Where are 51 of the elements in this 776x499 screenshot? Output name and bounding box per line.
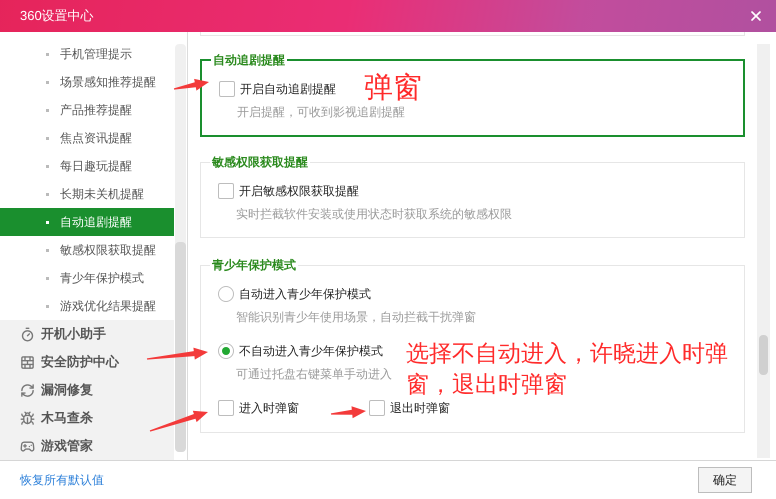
option-label: 开启自动追剧提醒 — [240, 82, 336, 96]
checkbox[interactable] — [218, 400, 234, 416]
gamepad-icon — [20, 438, 35, 454]
refresh-icon — [20, 382, 35, 398]
sidebar-item[interactable]: 产品推荐提醒 — [0, 96, 174, 124]
checkbox[interactable] — [369, 400, 385, 416]
checkbox[interactable] — [219, 81, 235, 97]
sidebar-item[interactable]: 长期未关机提醒 — [0, 180, 174, 208]
option-label: 自动进入青少年保护模式 — [239, 287, 371, 301]
sidebar-item[interactable]: 手机管理提示 — [0, 40, 174, 68]
window-title: 360设置中心 — [20, 9, 94, 23]
brick-wall-icon — [20, 354, 35, 370]
checkbox-label: 进入时弹窗 — [239, 401, 299, 415]
option-description: 可通过托盘右键菜单手动进入 — [235, 367, 392, 381]
annotation-note: 选择不自动进入，许晓进入时弹窗，退出时弹窗 — [406, 339, 729, 399]
sidebar-item[interactable]: 自动追剧提醒 — [0, 208, 174, 236]
option-description: 开启提醒，可收到影视追剧提醒 — [236, 105, 405, 119]
sidebar-group-item[interactable]: 木马查杀 — [0, 404, 174, 432]
sidebar-group-item[interactable]: 安全防护中心 — [0, 348, 174, 376]
annotation-arrow — [146, 348, 208, 360]
checkbox-label: 退出时弹窗 — [390, 401, 450, 415]
sidebar-item[interactable]: 焦点资讯提醒 — [0, 124, 174, 152]
restore-defaults-link[interactable]: 恢复所有默认值 — [20, 473, 104, 487]
confirm-button[interactable]: 确定 — [698, 467, 752, 493]
option-description: 智能识别青少年使用场景，自动拦截干扰弹窗 — [235, 310, 476, 324]
timer-icon — [20, 326, 35, 342]
sidebar-group-item[interactable]: 漏洞修复 — [0, 376, 174, 404]
annotation-arrow — [150, 410, 208, 432]
sidebar-item[interactable]: 敏感权限获取提醒 — [0, 236, 174, 264]
sidebar-item[interactable]: 游戏优化结果提醒 — [0, 292, 174, 320]
option-label: 开启敏感权限获取提醒 — [239, 184, 359, 198]
sidebar-item[interactable]: 每日趣玩提醒 — [0, 152, 174, 180]
group-title: 青少年保护模式 — [211, 258, 297, 272]
scrollbar-thumb[interactable] — [175, 242, 186, 452]
close-icon[interactable] — [748, 8, 764, 24]
option-description: 实时拦截软件安装或使用状态时获取系统的敏感权限 — [235, 207, 512, 221]
group-title: 敏感权限获取提醒 — [210, 155, 309, 169]
annotation-note: 弹窗 — [364, 71, 422, 106]
sidebar-group-item[interactable]: 开机小助手 — [0, 320, 174, 348]
sidebar-item[interactable]: 场景感知推荐提醒 — [0, 68, 174, 96]
sidebar-group-item[interactable]: 游戏管家 — [0, 432, 174, 460]
checkbox[interactable] — [218, 183, 234, 199]
annotation-arrow — [174, 78, 209, 91]
radio-button[interactable] — [218, 286, 234, 302]
bug-icon — [20, 410, 35, 426]
scrollbar-thumb[interactable] — [759, 335, 768, 375]
annotation-arrow — [330, 406, 366, 418]
group-title: 自动追剧提醒 — [212, 53, 286, 67]
sidebar-item[interactable]: 青少年保护模式 — [0, 264, 174, 292]
option-label: 不自动进入青少年保护模式 — [239, 344, 383, 358]
radio-button[interactable] — [218, 343, 234, 359]
